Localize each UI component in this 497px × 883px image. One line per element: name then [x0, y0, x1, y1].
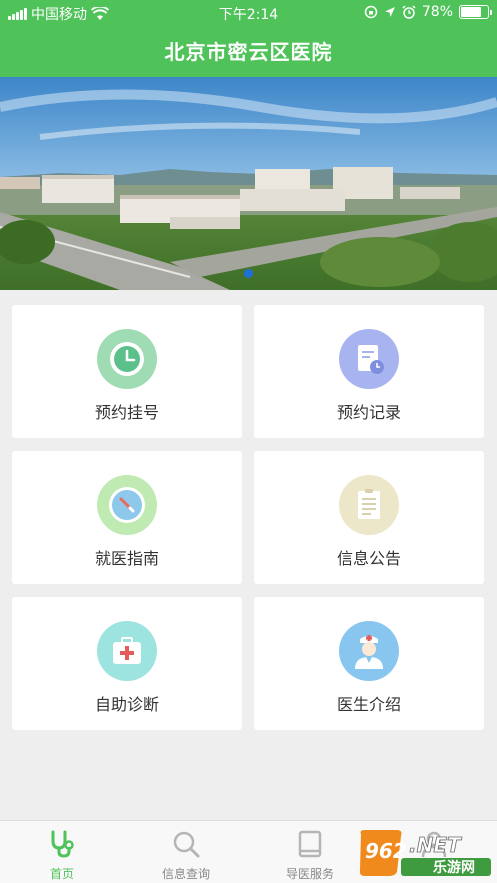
tab-label: 首页	[49, 867, 74, 881]
tile-icon-circle	[97, 329, 157, 389]
carousel-indicator	[0, 269, 497, 278]
tile-label: 医生介绍	[336, 695, 401, 714]
tile-label: 就医指南	[94, 549, 159, 568]
watermark-digits: 962	[365, 839, 407, 863]
search-icon	[173, 831, 200, 858]
alarm-icon	[402, 5, 416, 19]
site-watermark-logo: 962 .NET 乐游网	[357, 828, 493, 878]
record-icon	[358, 345, 384, 374]
tab-label: 信息查询	[161, 867, 210, 881]
book-icon	[298, 830, 322, 858]
tile-icon-circle	[339, 475, 399, 535]
tab-info-query[interactable]: 信息查询	[124, 821, 248, 883]
notice-tile[interactable]: 信息公告	[254, 451, 484, 584]
compass-icon	[109, 487, 145, 523]
top-bar: 中国移动 下午2:14 78% 北京市密云区医院	[0, 0, 497, 77]
appointment-tile[interactable]: 预约挂号	[12, 305, 242, 438]
first-aid-icon	[113, 637, 141, 664]
watermark-net: .NET	[409, 833, 462, 857]
medical-guide-tile[interactable]: 就医指南	[12, 451, 242, 584]
tile-label: 信息公告	[336, 549, 401, 568]
status-bar: 中国移动 下午2:14 78%	[0, 0, 497, 26]
doctor-intro-tile[interactable]: 医生介绍	[254, 597, 484, 730]
battery-level	[461, 7, 482, 17]
appointment-record-tile[interactable]: 预约记录	[254, 305, 484, 438]
battery-percent: 78%	[421, 4, 453, 20]
tile-icon-circle	[97, 475, 157, 535]
tab-label: 导医服务	[285, 867, 334, 881]
self-diagnosis-tile[interactable]: 自助诊断	[12, 597, 242, 730]
tab-guide-service[interactable]: 导医服务	[248, 821, 372, 883]
tile-label: 自助诊断	[94, 695, 159, 714]
clock-icon	[110, 342, 144, 376]
battery-icon	[459, 5, 492, 19]
tile-icon-circle	[339, 621, 399, 681]
tile-icon-circle	[97, 621, 157, 681]
banner-carousel[interactable]	[0, 77, 497, 290]
notice-icon	[358, 489, 380, 519]
tile-label: 预约记录	[336, 403, 401, 422]
rotation-lock-icon	[364, 5, 378, 19]
hospital-aerial-photo	[0, 77, 497, 290]
watermark-site-name: 乐游网	[433, 859, 475, 876]
status-right: 78%	[364, 4, 492, 20]
carousel-dot-active[interactable]	[244, 269, 253, 278]
stethoscope-icon	[51, 830, 74, 858]
tile-icon-circle	[339, 329, 399, 389]
tab-home[interactable]: 首页	[0, 821, 124, 883]
tile-label: 预约挂号	[94, 403, 159, 422]
page-title: 北京市密云区医院	[164, 40, 333, 64]
doctor-icon	[355, 635, 383, 669]
location-arrow-icon	[384, 7, 395, 17]
